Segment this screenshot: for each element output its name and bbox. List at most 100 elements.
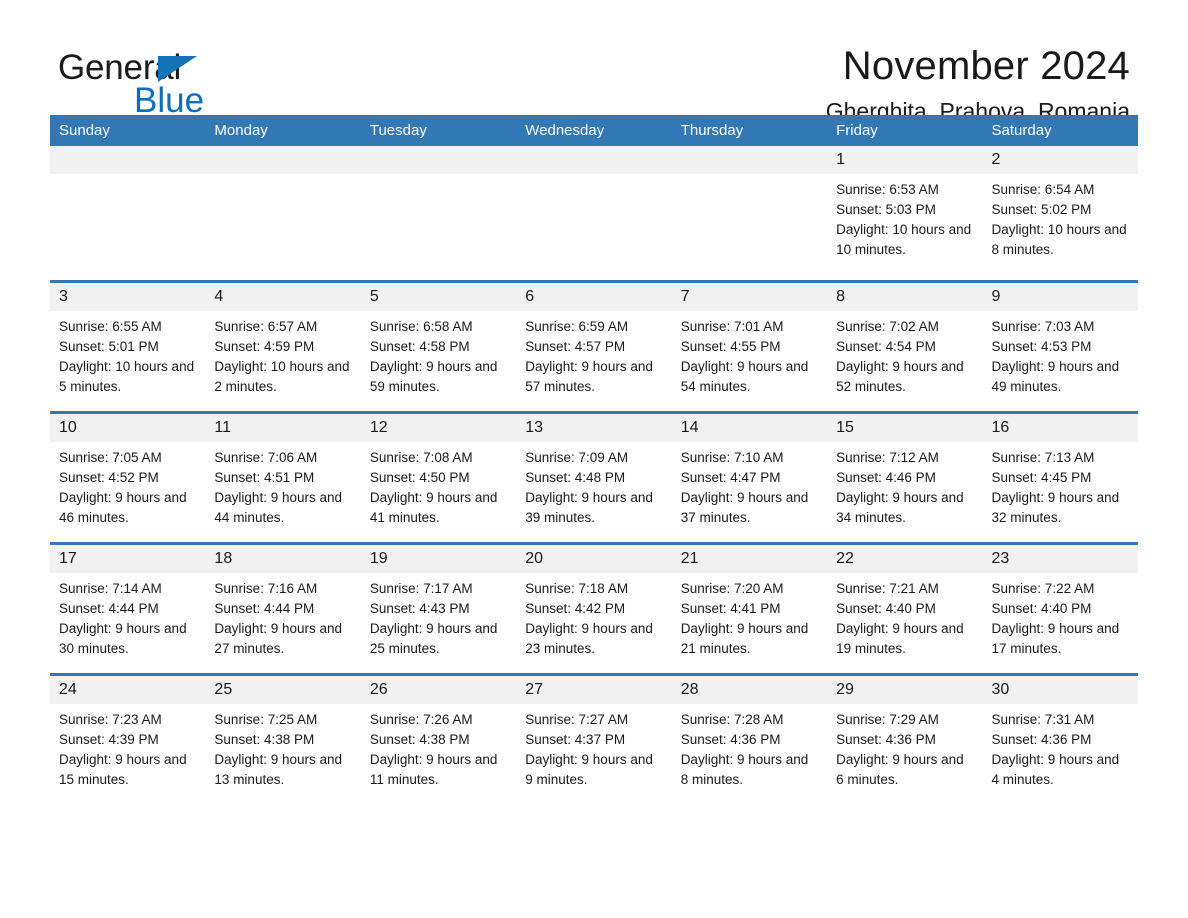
weekday-header-monday: Monday [214,122,268,139]
day-cell[interactable]: 8 Sunrise: 7:02 AM Sunset: 4:54 PM Daylight… [827,283,983,411]
day-info: Sunrise: 6:53 AM Sunset: 5:03 PM Daylight:… [827,174,982,260]
day-cell[interactable]: 14 Sunrise: 7:10 AM Sunset: 4:47 PM Dayligh… [671,414,828,542]
daylight-text: Daylight: 9 hours and 46 minutes. [59,490,187,525]
daylight-text: Daylight: 9 hours and 54 minutes. [680,359,809,394]
day-number-band [671,146,828,174]
day-number: 13 [525,419,544,436]
sunrise-text: Sunrise: 7:23 AM [59,712,162,727]
sunset-text: Sunset: 4:57 PM [525,339,626,354]
day-cell[interactable]: 2 Sunrise: 6:54 AM Sunset: 5:02 PM Daylight… [982,146,1138,280]
day-number: 17 [59,550,77,567]
day-info: Sunrise: 7:05 AM Sunset: 4:52 PM Daylight:… [50,442,205,528]
day-number: 25 [214,681,233,698]
sunset-text: Sunset: 4:53 PM [991,339,1092,354]
day-cell[interactable]: 18 Sunrise: 7:16 AM Sunset: 4:44 PM Dayligh… [205,545,361,673]
day-info: Sunrise: 7:20 AM Sunset: 4:41 PM Daylight:… [672,573,827,659]
daylight-text: Daylight: 9 hours and 15 minutes. [59,752,187,787]
day-number-band: 17 [50,545,206,573]
day-cell[interactable]: 21 Sunrise: 7:20 AM Sunset: 4:41 PM Dayligh… [671,545,828,673]
sunset-text: Sunset: 4:51 PM [214,470,315,485]
day-number: 7 [680,288,690,305]
sunset-text: Sunset: 4:37 PM [525,732,626,747]
day-number: 4 [214,288,224,305]
title-block: November 2024 Gherghita, Prahova, Romani… [826,42,1130,126]
sunrise-text: Sunrise: 6:57 AM [214,319,318,334]
day-cell[interactable]: 20 Sunrise: 7:18 AM Sunset: 4:42 PM Dayligh… [516,545,672,673]
day-cell[interactable]: 10 Sunrise: 7:05 AM Sunset: 4:52 PM Dayligh… [50,414,206,542]
sunrise-text: Sunrise: 7:21 AM [836,581,939,596]
general-blue-logo: General Blue [58,48,388,120]
day-number-band: 8 [827,283,983,311]
sunset-text: Sunset: 4:54 PM [836,339,936,354]
daylight-text: Daylight: 9 hours and 19 minutes. [836,621,964,656]
day-number-band: 14 [671,414,828,442]
daylight-text: Daylight: 9 hours and 6 minutes. [836,752,964,787]
day-cell[interactable]: 25 Sunrise: 7:25 AM Sunset: 4:38 PM Dayligh… [205,676,361,804]
day-cell[interactable]: 30 Sunrise: 7:31 AM Sunset: 4:36 PM Dayligh… [982,676,1138,804]
day-number: 23 [991,550,1010,567]
day-cell[interactable]: 22 Sunrise: 7:21 AM Sunset: 4:40 PM Dayligh… [827,545,983,673]
day-cell[interactable]: 6 Sunrise: 6:59 AM Sunset: 4:57 PM Daylight… [516,283,672,411]
day-number-band: 9 [982,283,1138,311]
daylight-text: Daylight: 9 hours and 30 minutes. [59,621,187,656]
daylight-text: Daylight: 9 hours and 11 minutes. [369,752,498,787]
day-cell[interactable]: 29 Sunrise: 7:29 AM Sunset: 4:36 PM Dayligh… [827,676,983,804]
day-cell[interactable]: 16 Sunrise: 7:13 AM Sunset: 4:45 PM Dayligh… [982,414,1138,542]
day-number: 8 [836,288,846,305]
day-info: Sunrise: 7:17 AM Sunset: 4:43 PM Daylight:… [361,573,516,659]
day-cell-empty [360,146,517,280]
sunset-text: Sunset: 4:38 PM [214,732,315,747]
day-number: 11 [214,419,232,436]
day-cell[interactable]: 27 Sunrise: 7:27 AM Sunset: 4:37 PM Dayligh… [516,676,672,804]
day-cell[interactable]: 11 Sunrise: 7:06 AM Sunset: 4:51 PM Dayligh… [205,414,361,542]
sunrise-text: Sunrise: 6:58 AM [369,319,473,334]
day-info: Sunrise: 7:31 AM Sunset: 4:36 PM Daylight:… [983,704,1138,790]
sunrise-text: Sunrise: 7:18 AM [525,581,629,596]
day-cell[interactable]: 28 Sunrise: 7:28 AM Sunset: 4:36 PM Dayligh… [671,676,828,804]
weekday-header-wednesday: Wednesday [525,122,605,139]
day-info: Sunrise: 7:23 AM Sunset: 4:39 PM Daylight:… [50,704,205,790]
day-cell[interactable]: 26 Sunrise: 7:26 AM Sunset: 4:38 PM Dayligh… [360,676,517,804]
day-info: Sunrise: 7:02 AM Sunset: 4:54 PM Daylight:… [827,311,982,397]
day-number-band: 10 [50,414,206,442]
daylight-text: Daylight: 9 hours and 8 minutes. [680,752,809,787]
sunset-text: Sunset: 5:01 PM [59,339,159,354]
day-cell[interactable]: 12 Sunrise: 7:08 AM Sunset: 4:50 PM Dayligh… [360,414,517,542]
day-number-band: 18 [205,545,361,573]
daylight-text: Daylight: 9 hours and 27 minutes. [214,621,342,656]
sunset-text: Sunset: 4:39 PM [59,732,159,747]
daylight-text: Daylight: 9 hours and 17 minutes. [991,621,1120,656]
sunrise-text: Sunrise: 7:05 AM [59,450,162,465]
sunset-text: Sunset: 5:03 PM [836,202,936,217]
weekday-header-row: Sunday Monday Tuesday Wednesday Thursday… [50,115,1138,146]
day-cell[interactable]: 13 Sunrise: 7:09 AM Sunset: 4:48 PM Dayligh… [516,414,672,542]
day-cell[interactable]: 5 Sunrise: 6:58 AM Sunset: 4:58 PM Daylight… [360,283,517,411]
day-cell[interactable]: 3 Sunrise: 6:55 AM Sunset: 5:01 PM Daylight… [50,283,206,411]
day-cell[interactable]: 15 Sunrise: 7:12 AM Sunset: 4:46 PM Dayligh… [827,414,983,542]
day-number: 14 [680,419,699,436]
day-number-band [360,146,517,174]
day-number: 1 [836,151,846,168]
sunrise-text: Sunrise: 7:03 AM [991,319,1095,334]
day-cell[interactable]: 24 Sunrise: 7:23 AM Sunset: 4:39 PM Dayligh… [50,676,206,804]
day-cell[interactable]: 23 Sunrise: 7:22 AM Sunset: 4:40 PM Dayligh… [982,545,1138,673]
calendar-grid: Sunday Monday Tuesday Wednesday Thursday… [50,115,1138,804]
day-cell[interactable]: 4 Sunrise: 6:57 AM Sunset: 4:59 PM Daylight… [205,283,361,411]
day-cell[interactable]: 9 Sunrise: 7:03 AM Sunset: 4:53 PM Daylight… [982,283,1138,411]
day-info: Sunrise: 6:59 AM Sunset: 4:57 PM Daylight:… [516,311,671,397]
sunset-text: Sunset: 4:40 PM [991,601,1092,616]
day-number: 3 [59,288,68,305]
day-cell[interactable]: 1 Sunrise: 6:53 AM Sunset: 5:03 PM Daylight… [827,146,983,280]
day-number: 18 [214,550,233,567]
weekday-header-saturday: Saturday [991,122,1052,139]
day-cell[interactable]: 19 Sunrise: 7:17 AM Sunset: 4:43 PM Dayligh… [360,545,517,673]
daylight-text: Daylight: 9 hours and 23 minutes. [525,621,653,656]
daylight-text: Daylight: 9 hours and 32 minutes. [991,490,1120,525]
page-title: November 2024 [842,44,1130,88]
daylight-text: Daylight: 9 hours and 37 minutes. [680,490,809,525]
sunset-text: Sunset: 4:58 PM [369,339,470,354]
day-cell[interactable]: 7 Sunrise: 7:01 AM Sunset: 4:55 PM Daylight… [671,283,828,411]
day-cell[interactable]: 17 Sunrise: 7:14 AM Sunset: 4:44 PM Dayligh… [50,545,206,673]
day-number: 20 [525,550,544,567]
sunset-text: Sunset: 4:41 PM [680,601,781,616]
